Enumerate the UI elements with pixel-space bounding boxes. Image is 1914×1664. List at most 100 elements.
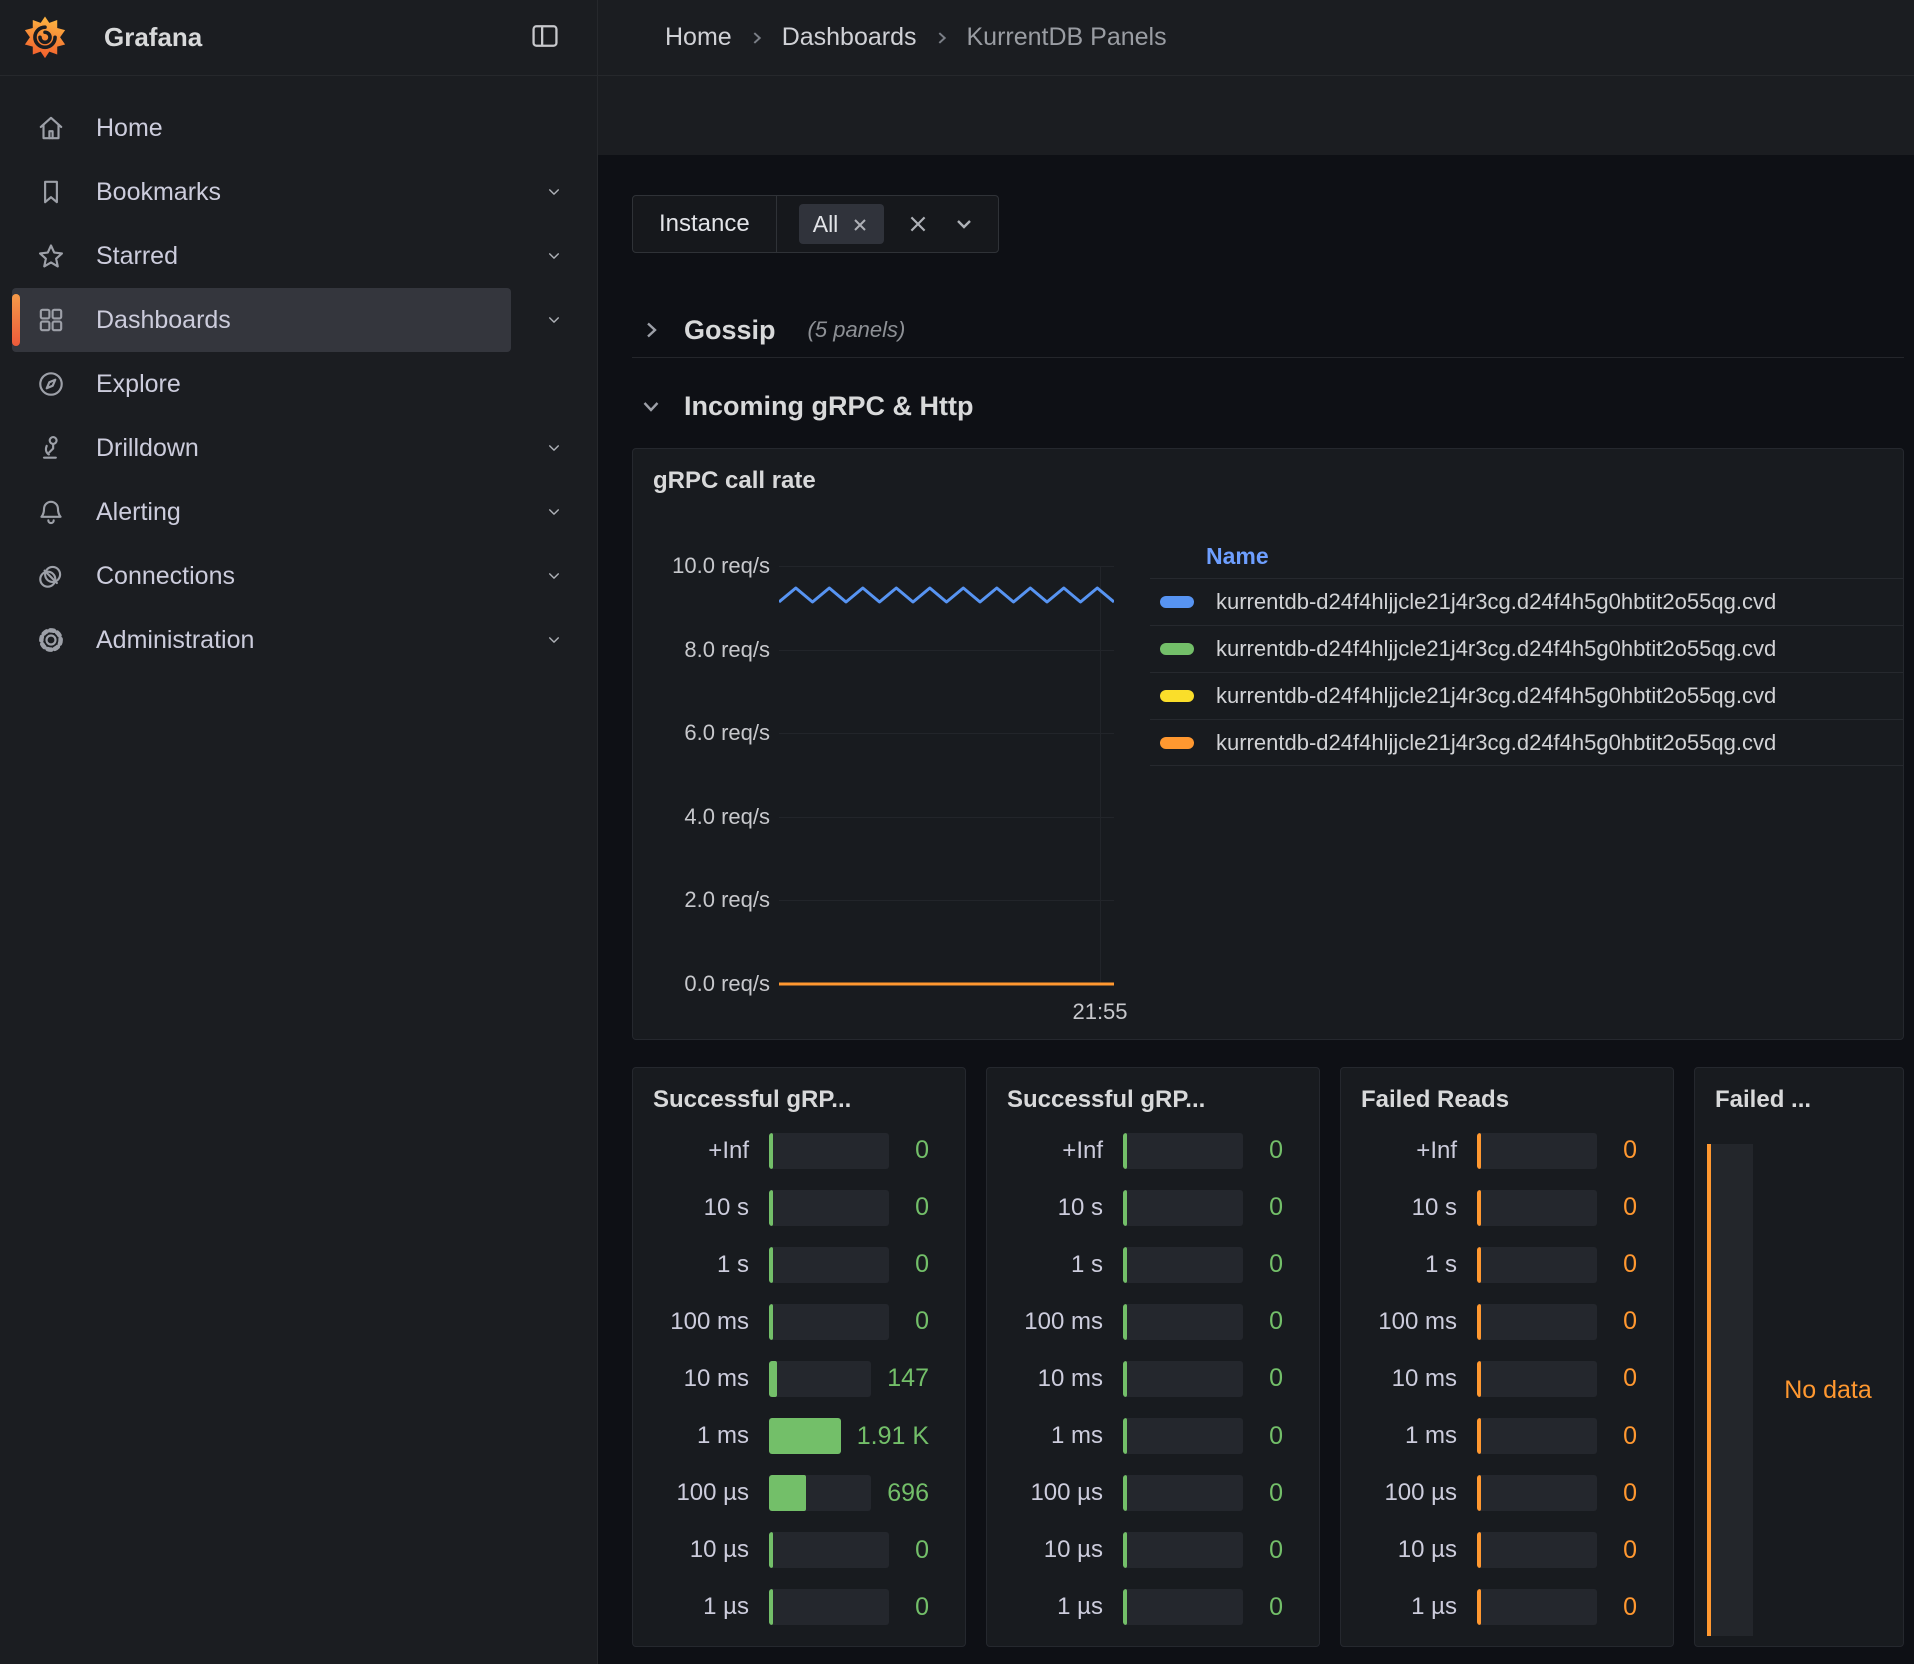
- sidebar: Grafana Home BookmarksStarredDashboards Ex…: [0, 0, 598, 1664]
- sidebar-item-alerting[interactable]: Alerting: [12, 480, 511, 544]
- bar-fill: [1477, 1190, 1481, 1226]
- bucket-label: 1 ms: [1003, 1422, 1103, 1450]
- bucket-label: 1 s: [1003, 1251, 1103, 1279]
- bar-row: +Inf0: [649, 1133, 929, 1169]
- panel-title[interactable]: Successful gRP...: [633, 1084, 965, 1114]
- panel-title[interactable]: Successful gRP...: [987, 1084, 1319, 1114]
- bucket-label: 1 ms: [1357, 1422, 1457, 1450]
- section-gossip[interactable]: Gossip (5 panels): [632, 303, 1904, 357]
- legend-row[interactable]: kurrentdb-d24f4hljjcle21j4r3cg.d24f4h5g0…: [1150, 578, 1903, 625]
- sidebar-item-bookmarks[interactable]: Bookmarks: [12, 160, 511, 224]
- expand-starred-button[interactable]: [511, 224, 597, 288]
- bucket-value: 0: [1613, 1422, 1637, 1451]
- bar-row: 1 ms1.91 K: [649, 1418, 929, 1454]
- bucket-value: 0: [905, 1536, 929, 1565]
- bucket-value: 0: [1613, 1364, 1637, 1393]
- bar-row: 100 ms0: [1003, 1304, 1283, 1340]
- collapse-sidebar-button[interactable]: [523, 16, 567, 60]
- series-color-icon: [1160, 596, 1194, 608]
- sidebar-item-label: Administration: [96, 626, 254, 655]
- sidebar-item-home[interactable]: Home: [12, 96, 511, 160]
- bucket-value: 0: [1259, 1536, 1283, 1565]
- filter-row: Instance All: [632, 195, 1904, 253]
- legend-row[interactable]: kurrentdb-d24f4hljjcle21j4r3cg.d24f4h5g0…: [1150, 625, 1903, 672]
- bar-fill: [769, 1418, 841, 1454]
- bar-fill: [1123, 1304, 1127, 1340]
- remove-value-icon[interactable]: [850, 214, 870, 234]
- breadcrumb-separator-icon: [933, 29, 951, 47]
- clear-all-icon[interactable]: [906, 212, 930, 236]
- bar-fill: [1477, 1361, 1481, 1397]
- sidebar-header: Grafana: [0, 0, 597, 76]
- bucket-label: 10 s: [649, 1194, 749, 1222]
- breadcrumb-item-kurrentdb-panels: KurrentDB Panels: [967, 23, 1167, 52]
- series-name: kurrentdb-d24f4hljjcle21j4r3cg.d24f4h5g0…: [1216, 636, 1776, 662]
- expand-dashboards-button[interactable]: [511, 288, 597, 352]
- bar-track: [769, 1133, 889, 1169]
- bar-gauge-panel-2: Successful gRP...+Inf010 s01 s0100 ms010…: [986, 1067, 1320, 1647]
- bar-track: [1123, 1475, 1243, 1511]
- caret-down-icon[interactable]: [952, 212, 976, 236]
- chevron-down-icon: [544, 630, 564, 650]
- section-panel-count: (5 panels): [808, 317, 906, 343]
- bar-track: [1477, 1247, 1597, 1283]
- expand-home-button: [511, 96, 597, 160]
- bookmark-icon: [36, 177, 66, 207]
- sidebar-item-explore[interactable]: Explore: [12, 352, 511, 416]
- expand-explore-button: [511, 352, 597, 416]
- bar-gauge-panel-1: Successful gRP...+Inf010 s01 s0100 ms010…: [632, 1067, 966, 1647]
- panel-title[interactable]: Failed ...: [1695, 1084, 1903, 1114]
- bar-row: 10 µs0: [1003, 1532, 1283, 1568]
- bucket-value: 0: [1259, 1193, 1283, 1222]
- bucket-value: 696: [887, 1479, 929, 1508]
- sidebar-item-administration[interactable]: Administration: [12, 608, 511, 672]
- home-icon: [36, 113, 66, 143]
- bucket-label: 100 ms: [1357, 1308, 1457, 1336]
- top-navigation-bar: Home Dashboards KurrentDB Panels: [598, 0, 1914, 76]
- legend-name-header[interactable]: Name: [1150, 535, 1903, 578]
- selected-value-pill[interactable]: All: [799, 204, 885, 244]
- expand-administration-button[interactable]: [511, 608, 597, 672]
- sidebar-menu-row: Bookmarks: [0, 160, 597, 224]
- expand-connections-button[interactable]: [511, 544, 597, 608]
- sidebar-item-connections[interactable]: Connections: [12, 544, 511, 608]
- y-axis-tick: 6.0 req/s: [633, 719, 770, 747]
- breadcrumb-item-home[interactable]: Home: [665, 23, 732, 52]
- sidebar-item-dashboards[interactable]: Dashboards: [12, 288, 511, 352]
- sidebar-item-label: Explore: [96, 370, 181, 399]
- legend-row[interactable]: kurrentdb-d24f4hljjcle21j4r3cg.d24f4h5g0…: [1150, 719, 1903, 766]
- legend-row[interactable]: kurrentdb-d24f4hljjcle21j4r3cg.d24f4h5g0…: [1150, 672, 1903, 719]
- bucket-label: 10 ms: [649, 1365, 749, 1393]
- bucket-value: 1.91 K: [857, 1422, 929, 1451]
- expand-bookmarks-button[interactable]: [511, 160, 597, 224]
- bar-fill: [1477, 1418, 1481, 1454]
- instance-filter-value: All: [777, 196, 999, 252]
- bar-row: 100 µs696: [649, 1475, 929, 1511]
- bar-row: 1 s0: [1357, 1247, 1637, 1283]
- x-axis-tick: 21:55: [1033, 999, 1167, 1025]
- series-line-zigzag: [779, 588, 1114, 602]
- bucket-label: +Inf: [649, 1137, 749, 1165]
- bar-track: [1477, 1361, 1597, 1397]
- expand-drilldown-button[interactable]: [511, 416, 597, 480]
- dashboard-canvas: Instance All: [598, 155, 1914, 1664]
- panel-title[interactable]: Failed Reads: [1341, 1084, 1673, 1114]
- bar-track: [769, 1247, 889, 1283]
- instance-variable-picker[interactable]: Instance All: [632, 195, 999, 253]
- bar-fill: [1477, 1589, 1481, 1625]
- breadcrumb: Home Dashboards KurrentDB Panels: [665, 23, 1167, 52]
- section-incoming-grpc-http[interactable]: Incoming gRPC & Http: [632, 378, 1904, 434]
- grafana-app: Grafana HomeBookmarksStarredDashboardsEx…: [0, 0, 1914, 1664]
- bucket-value: 0: [1259, 1479, 1283, 1508]
- expand-alerting-button[interactable]: [511, 480, 597, 544]
- sidebar-item-drilldown[interactable]: Drilldown: [12, 416, 511, 480]
- bar-fill: [1477, 1532, 1481, 1568]
- sidebar-item-starred[interactable]: Starred: [12, 224, 511, 288]
- sidebar-item-label: Home: [96, 114, 163, 143]
- bar-row: 100 µs0: [1003, 1475, 1283, 1511]
- bucket-value: 0: [1259, 1136, 1283, 1165]
- bar-rows: +Inf010 s01 s0100 ms010 ms01 ms0100 µs01…: [987, 1114, 1319, 1636]
- legend-rows: kurrentdb-d24f4hljjcle21j4r3cg.d24f4h5g0…: [1150, 578, 1903, 766]
- main-area: Home Dashboards KurrentDB Panels Instance …: [598, 0, 1914, 1664]
- breadcrumb-item-dashboards[interactable]: Dashboards: [782, 23, 917, 52]
